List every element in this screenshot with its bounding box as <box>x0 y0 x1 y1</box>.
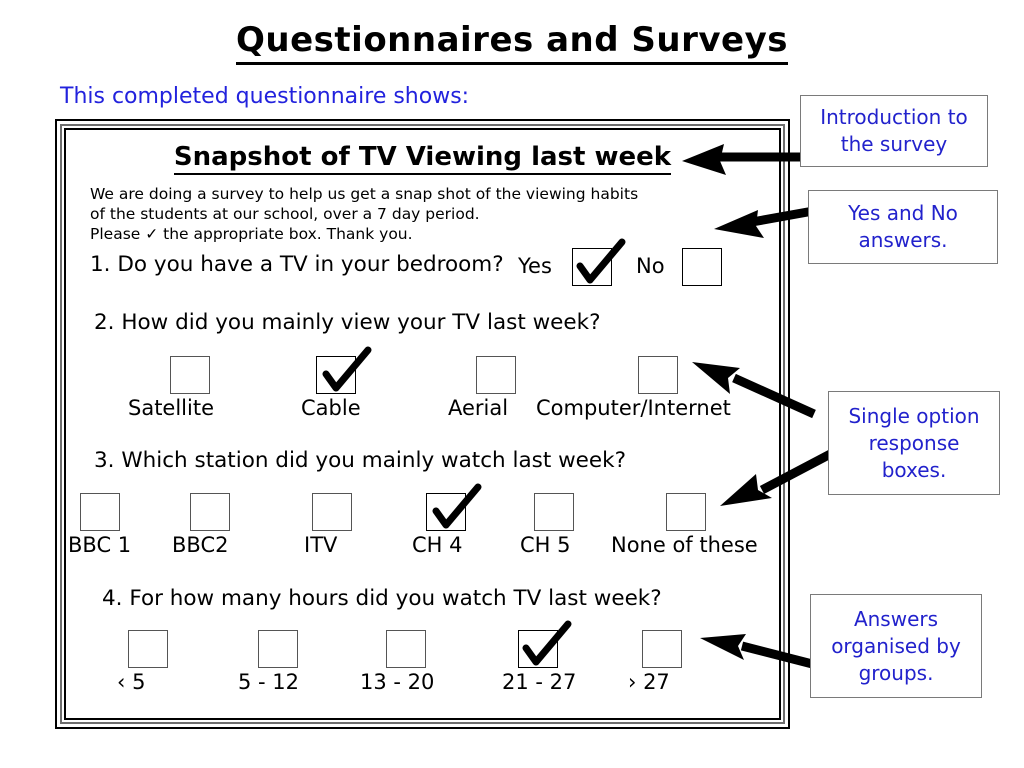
question-3-checkbox-bbc2[interactable] <box>190 493 230 531</box>
question-1-yes-label: Yes <box>518 254 552 278</box>
intro-line-3: Please ✓ the appropriate box. Thank you. <box>90 225 413 243</box>
callout-answers-grouped-text: Answers organised by groups. <box>831 606 961 685</box>
question-3-label-bbc1: BBC 1 <box>68 533 132 557</box>
callout-answers-grouped: Answers organised by groups. <box>810 594 982 698</box>
question-3-checkbox-bbc1[interactable] <box>80 493 120 531</box>
question-3-checkbox-none[interactable] <box>666 493 706 531</box>
question-3-label-bbc2: BBC2 <box>172 533 229 557</box>
question-3-label-none: None of these <box>611 533 758 557</box>
intro-line-1: We are doing a survey to help us get a s… <box>90 185 639 203</box>
question-4-checkbox-5-12[interactable] <box>258 630 298 668</box>
question-3-label-itv: ITV <box>304 533 338 557</box>
question-3-checkbox-itv[interactable] <box>312 493 352 531</box>
question-2-label-aerial: Aerial <box>448 396 509 420</box>
question-3-checkbox-ch5[interactable] <box>534 493 574 531</box>
question-4-label-lt5: ‹ 5 <box>117 670 146 694</box>
callout-yes-no: Yes and No answers. <box>808 190 998 264</box>
question-2-checkbox-satellite[interactable] <box>170 356 210 394</box>
question-1-no-label: No <box>636 254 665 278</box>
question-4-text: 4. For how many hours did you watch TV l… <box>102 586 662 611</box>
question-3-label-ch4: CH 4 <box>412 533 463 557</box>
question-3-checkbox-ch4[interactable] <box>426 493 466 531</box>
question-1-checkbox-no[interactable] <box>682 248 722 286</box>
question-2-checkbox-aerial[interactable] <box>476 356 516 394</box>
question-2-checkbox-computer-internet[interactable] <box>638 356 678 394</box>
page-subtitle: This completed questionnaire shows: <box>60 84 470 109</box>
questionnaire-intro: We are doing a survey to help us get a s… <box>90 184 730 244</box>
question-4-checkbox-13-20[interactable] <box>386 630 426 668</box>
question-2-label-computer-internet: Computer/Internet <box>536 396 731 420</box>
intro-line-2: of the students at our school, over a 7 … <box>90 205 480 223</box>
callout-yes-no-text: Yes and No answers. <box>848 201 958 252</box>
page-title-text: Questionnaires and Surveys <box>236 20 788 65</box>
questionnaire-panel-content: Snapshot of TV Viewing last week We are … <box>64 128 781 720</box>
question-1-checkbox-yes[interactable] <box>572 248 612 286</box>
question-4-label-21-27: 21 - 27 <box>502 670 577 694</box>
questionnaire-title-text: Snapshot of TV Viewing last week <box>173 142 672 175</box>
page-title: Questionnaires and Surveys <box>0 20 1024 65</box>
question-4-label-13-20: 13 - 20 <box>360 670 435 694</box>
callout-single-option: Single option response boxes. <box>828 391 1000 495</box>
question-2-label-satellite: Satellite <box>128 396 215 420</box>
question-2-label-cable: Cable <box>301 396 361 420</box>
question-4-checkbox-lt5[interactable] <box>128 630 168 668</box>
question-3-text: 3. Which station did you mainly watch la… <box>94 448 626 473</box>
callout-introduction-text: Introduction to the survey <box>820 105 968 156</box>
question-4-checkbox-21-27[interactable] <box>518 630 558 668</box>
questionnaire-title: Snapshot of TV Viewing last week <box>66 142 779 175</box>
callout-introduction: Introduction to the survey <box>800 95 988 167</box>
question-3-label-ch5: CH 5 <box>520 533 571 557</box>
question-4-label-5-12: 5 - 12 <box>238 670 300 694</box>
question-2-checkbox-cable[interactable] <box>316 356 356 394</box>
question-4-label-gt27: › 27 <box>628 670 670 694</box>
callout-single-option-text: Single option response boxes. <box>848 403 980 482</box>
question-2-text: 2. How did you mainly view your TV last … <box>94 310 601 335</box>
question-4-checkbox-gt27[interactable] <box>642 630 682 668</box>
slide-root: Questionnaires and Surveys This complete… <box>0 0 1024 768</box>
questionnaire-panel: Snapshot of TV Viewing last week We are … <box>55 119 790 729</box>
questionnaire-panel-border-middle: Snapshot of TV Viewing last week We are … <box>60 124 785 724</box>
question-1-text: 1. Do you have a TV in your bedroom? <box>90 252 504 277</box>
